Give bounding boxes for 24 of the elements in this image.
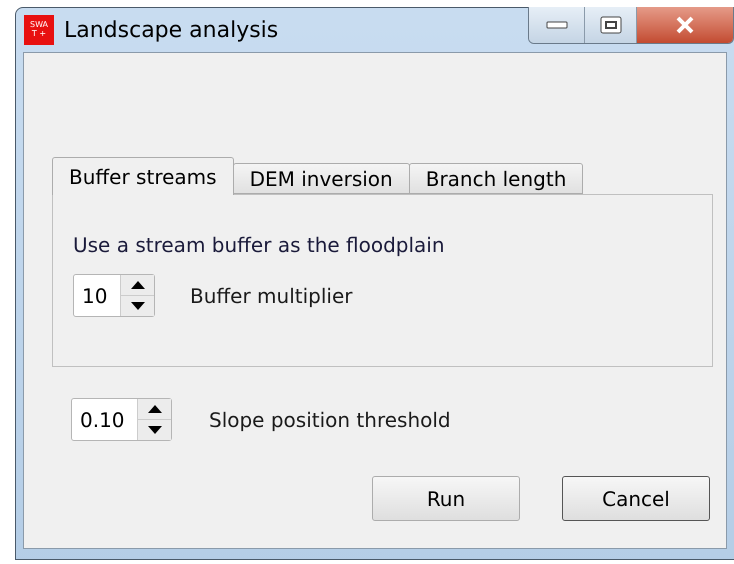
tab[interactable]: Buffer streams [52, 157, 234, 195]
tab[interactable]: Branch length [408, 163, 584, 194]
tab[interactable]: DEM inversion [232, 163, 410, 194]
spin-value: 10 [81, 282, 108, 310]
minimize-button[interactable] [529, 7, 585, 43]
spin-value: 0.10 [79, 406, 126, 434]
dialog-button[interactable]: Run [372, 476, 520, 521]
spin-box[interactable]: 0.10 [71, 398, 172, 441]
maximize-icon [600, 16, 622, 34]
close-icon [675, 16, 695, 34]
dialog-button[interactable]: Cancel [562, 476, 710, 521]
down-arrow-icon [130, 302, 144, 310]
up-arrow-icon [130, 281, 144, 289]
logo-text: SWAT + [29, 21, 49, 39]
close-button[interactable] [637, 7, 733, 43]
up-arrow-icon [148, 405, 162, 413]
spin-label: Slope position threshold [209, 406, 451, 434]
minimize-icon [546, 21, 568, 29]
maximize-button[interactable] [585, 7, 637, 43]
window-title: Landscape analysis [64, 16, 278, 44]
pane-heading: Use a stream buffer as the floodplain [73, 232, 446, 259]
down-arrow-icon [148, 426, 162, 434]
spin-box[interactable]: 10 [73, 274, 155, 317]
spin-label: Buffer multiplier [190, 282, 353, 310]
